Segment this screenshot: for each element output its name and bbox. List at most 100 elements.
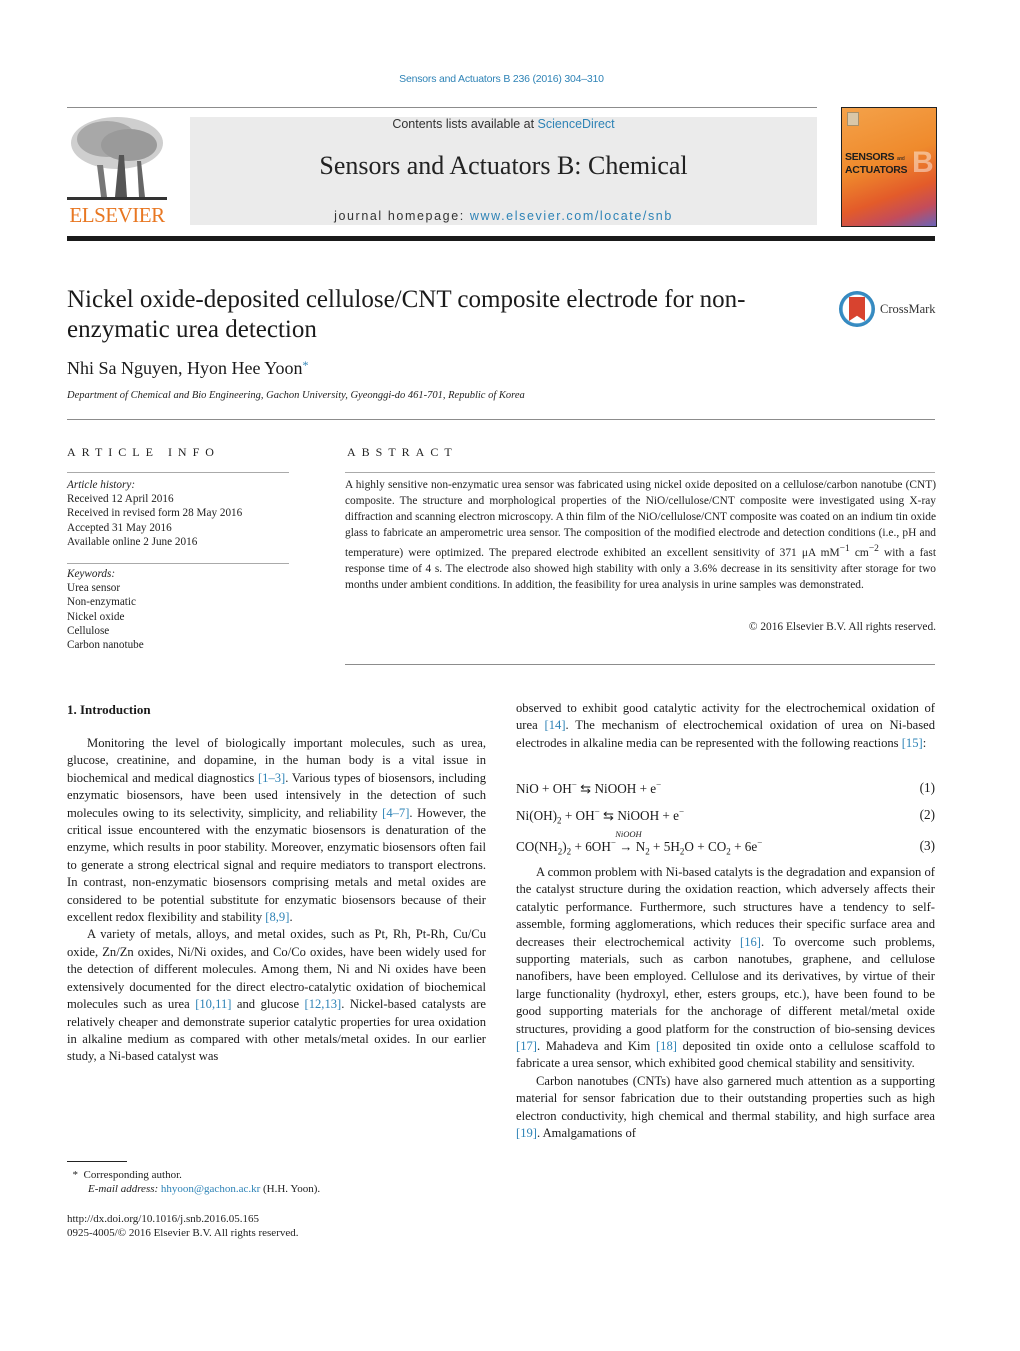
corresponding-author-mark[interactable]: * [303, 358, 309, 372]
citation-link[interactable]: [16] [740, 935, 761, 949]
cover-letter: B [912, 146, 934, 179]
text-run: . The mechanism of electrochemical oxida… [516, 718, 935, 750]
equation-number: (1) [919, 780, 935, 795]
text-run: . Amalgamations of [536, 1126, 636, 1141]
equation-body: CO(NH2)2 + 6OH− NiOOH → N2 + 5H2O + CO2 +… [516, 829, 763, 858]
citation-link[interactable]: [17] [516, 1039, 537, 1053]
citation-link[interactable]: [12,13] [305, 997, 342, 1011]
homepage-prefix: journal homepage: [334, 209, 470, 223]
section-heading-introduction: 1. Introduction [67, 702, 151, 717]
citation-link[interactable]: [1–3] [258, 771, 285, 785]
citation-link[interactable]: [15] [902, 736, 923, 750]
citation-link[interactable]: [14] [545, 718, 566, 732]
history-item: Available online 2 June 2016 [67, 535, 198, 548]
email-link[interactable]: hhyoon@gachon.ac.kr [161, 1183, 260, 1195]
title-rule [67, 419, 935, 420]
equation-number: (2) [919, 807, 935, 822]
sciencedirect-link[interactable]: ScienceDirect [538, 117, 615, 131]
abstract-sup: −2 [868, 544, 879, 554]
journal-banner: Contents lists available at ScienceDirec… [190, 117, 817, 225]
text-run: . To overcome such problems, supporting … [516, 934, 935, 1036]
keyword-item: Nickel oxide [67, 610, 125, 623]
history-item: Received 12 April 2016 [67, 493, 174, 506]
elsevier-wordmark: ELSEVIER [69, 203, 165, 227]
equation-body: Ni(OH)2 + OH− ⇆ NiOOH + e− [516, 807, 685, 827]
text-run: . However, the critical issue encountere… [67, 805, 486, 925]
paragraph: Carbon nanotubes (CNTs) have also garner… [516, 1073, 935, 1143]
abstract-bottom-rule [345, 664, 935, 665]
crossmark-button[interactable]: CrossMark [839, 291, 939, 331]
citation-link[interactable]: [18] [656, 1039, 677, 1053]
elsevier-logo[interactable]: ELSEVIER [67, 115, 167, 228]
history-item: Accepted 31 May 2016 [67, 521, 172, 534]
footnote-corresponding: * Corresponding author. [67, 1168, 182, 1182]
citation-link[interactable]: [19] [516, 1126, 537, 1140]
footnote-rule [67, 1161, 127, 1162]
paragraph: A variety of metals, alloys, and metal o… [67, 926, 486, 1065]
history-item: Received in revised form 28 May 2016 [67, 507, 243, 520]
history-heading: Article history: [67, 479, 136, 491]
cover-title-line2: ACTUATORS [845, 164, 908, 176]
keywords: Keywords: Urea sensor Non-enzymatic Nick… [67, 567, 144, 652]
footnote-mark: * [72, 1169, 79, 1181]
citation-link[interactable]: [10,11] [195, 997, 231, 1011]
text-run: . [289, 910, 293, 925]
footnote-email: E-mail address: hhyoon@gachon.ac.kr (H.H… [88, 1182, 320, 1196]
body-left-column: Monitoring the level of biologically imp… [67, 735, 486, 1066]
header-rule [67, 107, 817, 108]
body-right-column-bottom: A common problem with Ni-based catalyts … [516, 864, 935, 1143]
abstract-copyright: © 2016 Elsevier B.V. All rights reserved… [748, 621, 936, 633]
journal-cover-image[interactable]: SENSORS and ACTUATORS B [841, 107, 937, 227]
equation-number: (3) [919, 838, 935, 853]
doi-link[interactable]: http://dx.doi.org/10.1016/j.snb.2016.05.… [67, 1212, 259, 1226]
citation-link[interactable]: [8,9] [265, 910, 289, 924]
article-info-rule [67, 472, 289, 473]
header-thick-rule [67, 236, 935, 241]
contents-line: Contents lists available at ScienceDirec… [190, 117, 817, 131]
keywords-rule [67, 563, 289, 564]
homepage-link[interactable]: www.elsevier.com/locate/snb [470, 209, 673, 223]
keywords-heading: Keywords: [67, 568, 116, 580]
text-run: and glucose [231, 997, 305, 1012]
cover-title-and: and [896, 156, 905, 162]
affiliation: Department of Chemical and Bio Engineeri… [67, 390, 525, 401]
authors: Nhi Sa Nguyen, Hyon Hee Yoon [67, 358, 303, 378]
journal-homepage: journal homepage: www.elsevier.com/locat… [190, 209, 817, 223]
abstract-text: A highly sensitive non-enzymatic urea se… [345, 477, 936, 593]
crossmark-label: CrossMark [880, 302, 936, 316]
abstract-sup: −1 [839, 544, 850, 554]
equation-1: NiO + OH− ⇆ NiOOH + e− (1) [516, 780, 935, 797]
abstract-rule [345, 472, 935, 473]
body-right-column-top: observed to exhibit good catalytic activ… [516, 700, 935, 752]
citation-link[interactable]: [4–7] [382, 806, 409, 820]
paragraph: A common problem with Ni-based catalyts … [516, 864, 935, 1073]
equation-3: CO(NH2)2 + 6OH− NiOOH → N2 + 5H2O + CO2 +… [516, 829, 935, 858]
paragraph: observed to exhibit good catalytic activ… [516, 700, 935, 752]
elsevier-tree-icon [67, 117, 167, 200]
author-list: Nhi Sa Nguyen, Hyon Hee Yoon* [67, 358, 309, 379]
equation-catalyst: NiOOH [615, 829, 642, 840]
keyword-item: Cellulose [67, 624, 110, 637]
paragraph: Monitoring the level of biologically imp… [67, 735, 486, 926]
cover-title: SENSORS and ACTUATORS [845, 151, 908, 176]
email-label: E-mail address: [88, 1183, 161, 1195]
keyword-item: Urea sensor [67, 582, 121, 595]
keyword-item: Non-enzymatic [67, 596, 136, 609]
cover-publisher-icon [847, 112, 859, 126]
abstract-heading: ABSTRACT [347, 445, 458, 459]
equation-body: NiO + OH− ⇆ NiOOH + e− [516, 780, 662, 797]
article-history: Article history: Received 12 April 2016 … [67, 478, 242, 549]
journal-reference-link[interactable]: Sensors and Actuators B 236 (2016) 304–3… [0, 73, 1003, 85]
text-run: Carbon nanotubes (CNTs) have also garner… [516, 1073, 935, 1123]
article-title: Nickel oxide-deposited cellulose/CNT com… [67, 286, 746, 343]
text-run: . Mahadeva and Kim [536, 1039, 656, 1054]
cover-title-line1: SENSORS [845, 151, 895, 163]
contents-prefix: Contents lists available at [392, 117, 538, 131]
email-suffix: (H.H. Yoon). [260, 1183, 321, 1195]
abstract-part: cm [849, 546, 869, 559]
text-run: : [922, 735, 927, 750]
keyword-item: Carbon nanotube [67, 639, 144, 652]
equation-2: Ni(OH)2 + OH− ⇆ NiOOH + e− (2) [516, 807, 935, 826]
journal-title: Sensors and Actuators B: Chemical [319, 151, 688, 180]
article-info-heading: ARTICLE INFO [67, 445, 220, 459]
